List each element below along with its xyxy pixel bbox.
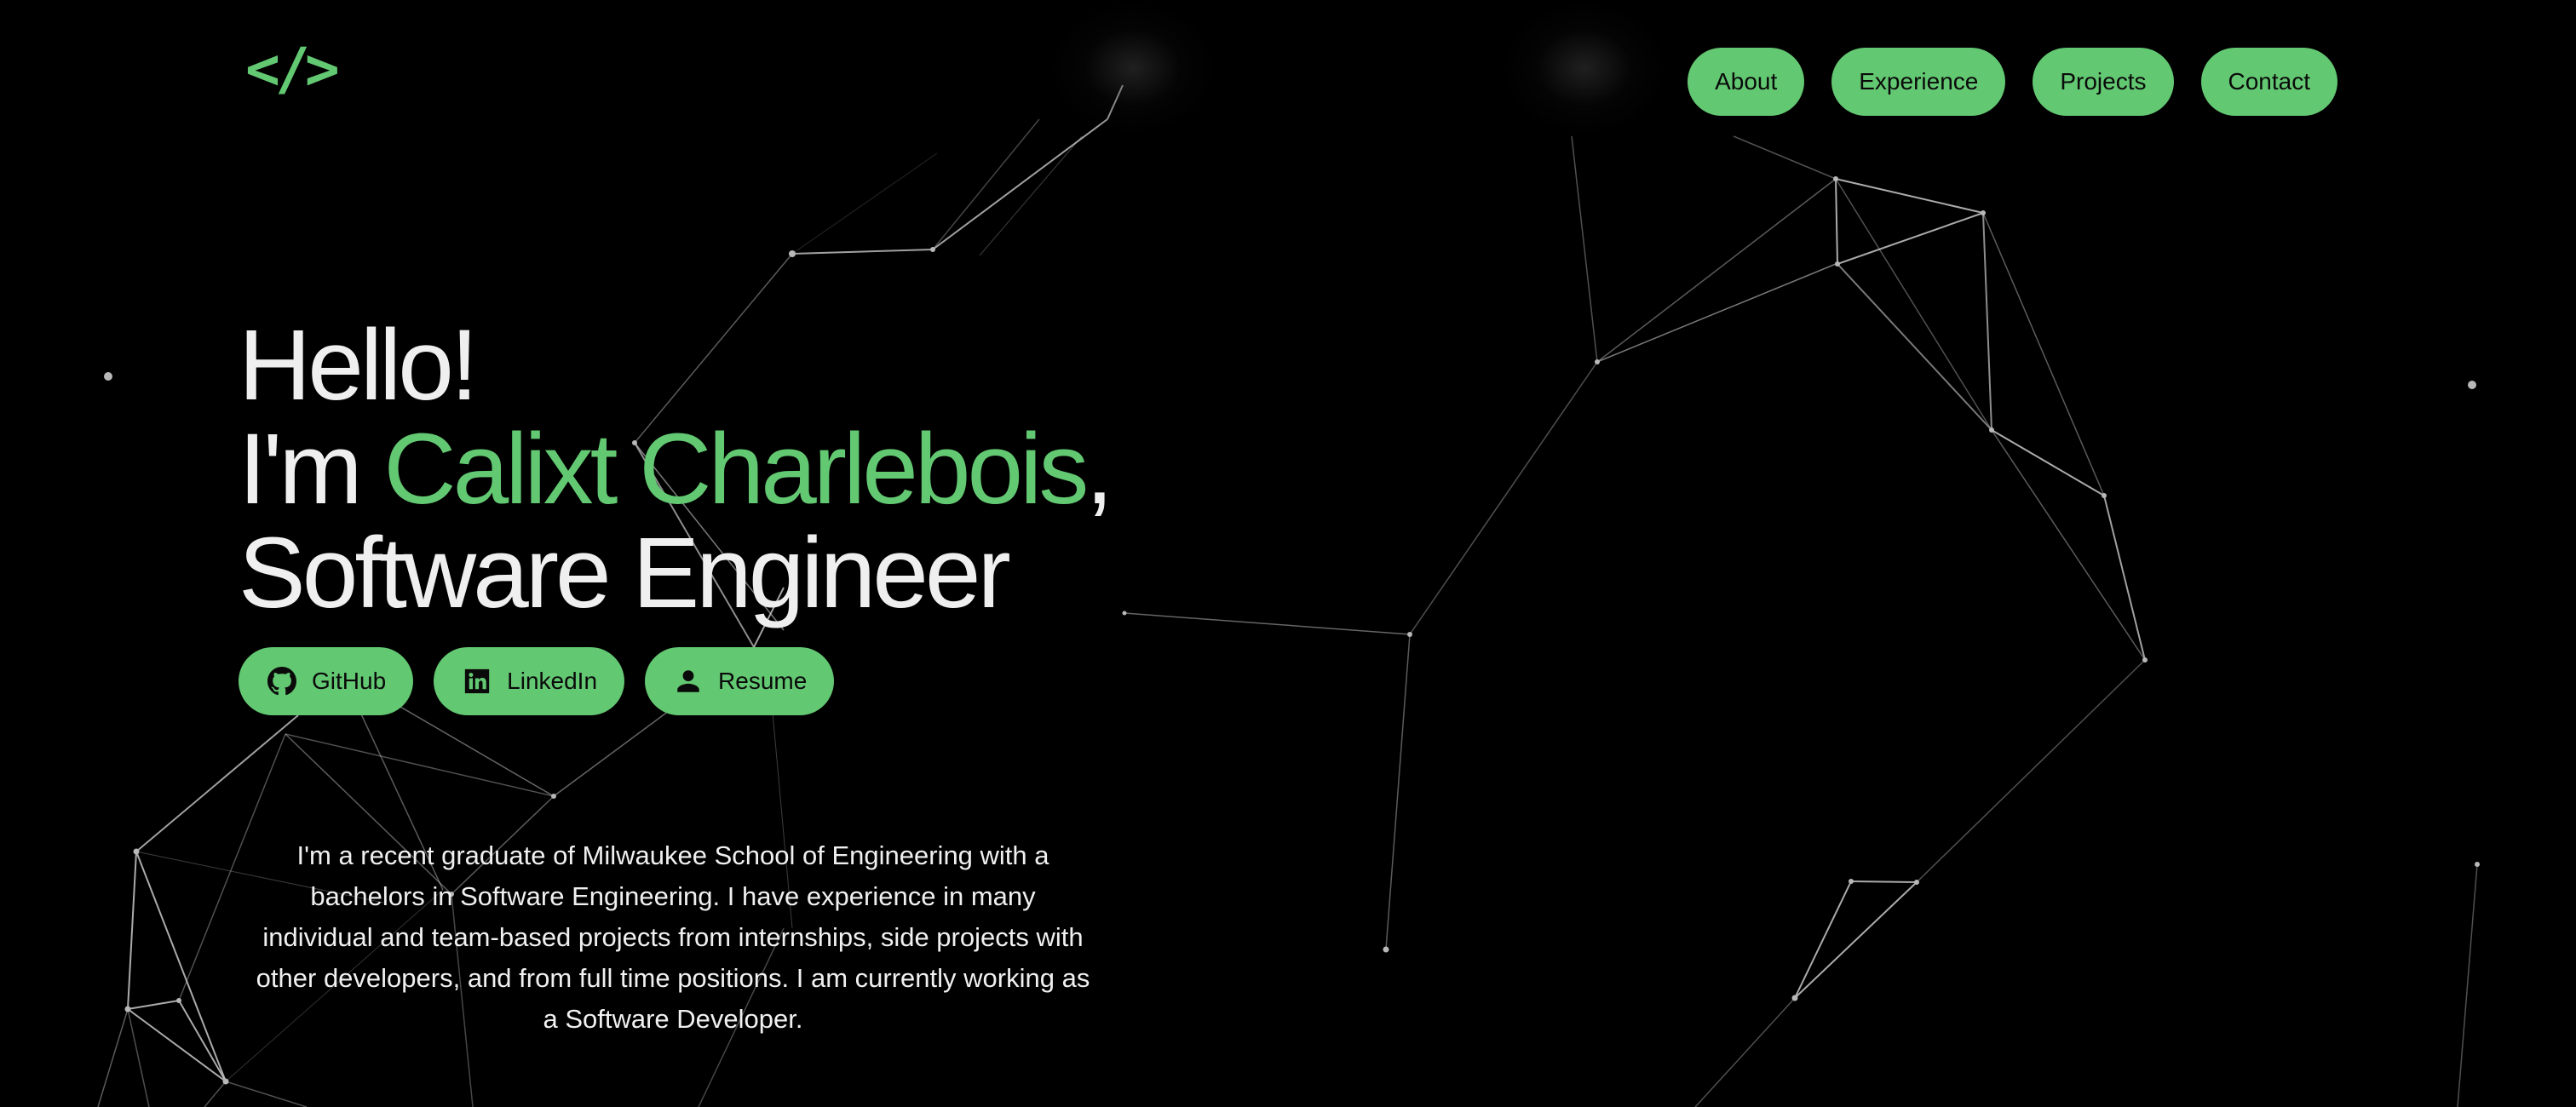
resume-label: Resume xyxy=(718,668,808,694)
hero-intro-line: I'm Calixt Charlebois, xyxy=(239,417,1113,521)
github-label: GitHub xyxy=(312,668,387,694)
hero-role: Software Engineer xyxy=(239,517,1011,629)
social-links: GitHub LinkedIn Resume xyxy=(239,647,835,715)
header-glow xyxy=(1499,0,1670,136)
linkedin-icon xyxy=(464,668,490,694)
nav-about-button[interactable]: About xyxy=(1688,48,1805,116)
person-icon xyxy=(677,670,699,692)
nav-projects-button[interactable]: Projects xyxy=(2033,48,2174,116)
bio-paragraph: I'm a recent graduate of Milwaukee Schoo… xyxy=(256,840,1090,1034)
hero-greeting: Hello! xyxy=(239,309,479,422)
portfolio-page: </> About Experience Projects Contact He… xyxy=(0,0,2576,1107)
github-button[interactable]: GitHub xyxy=(239,647,414,715)
hero-intro-suffix: , xyxy=(1085,413,1113,525)
nav-experience-button[interactable]: Experience xyxy=(1831,48,2006,116)
hero-heading: Hello! I'm Calixt Charlebois, Software E… xyxy=(239,309,1113,629)
header-glow xyxy=(1048,0,1218,136)
github-icon xyxy=(267,667,296,696)
resume-button[interactable]: Resume xyxy=(645,647,835,715)
linkedin-button[interactable]: LinkedIn xyxy=(434,647,625,715)
nav-contact-button[interactable]: Contact xyxy=(2200,48,2337,116)
main-nav: About Experience Projects Contact xyxy=(1688,48,2337,116)
hero-name: Calixt Charlebois xyxy=(383,413,1089,525)
linkedin-label: LinkedIn xyxy=(507,668,598,694)
hero-intro-prefix: I'm xyxy=(239,413,384,525)
logo[interactable]: </> xyxy=(245,36,340,104)
